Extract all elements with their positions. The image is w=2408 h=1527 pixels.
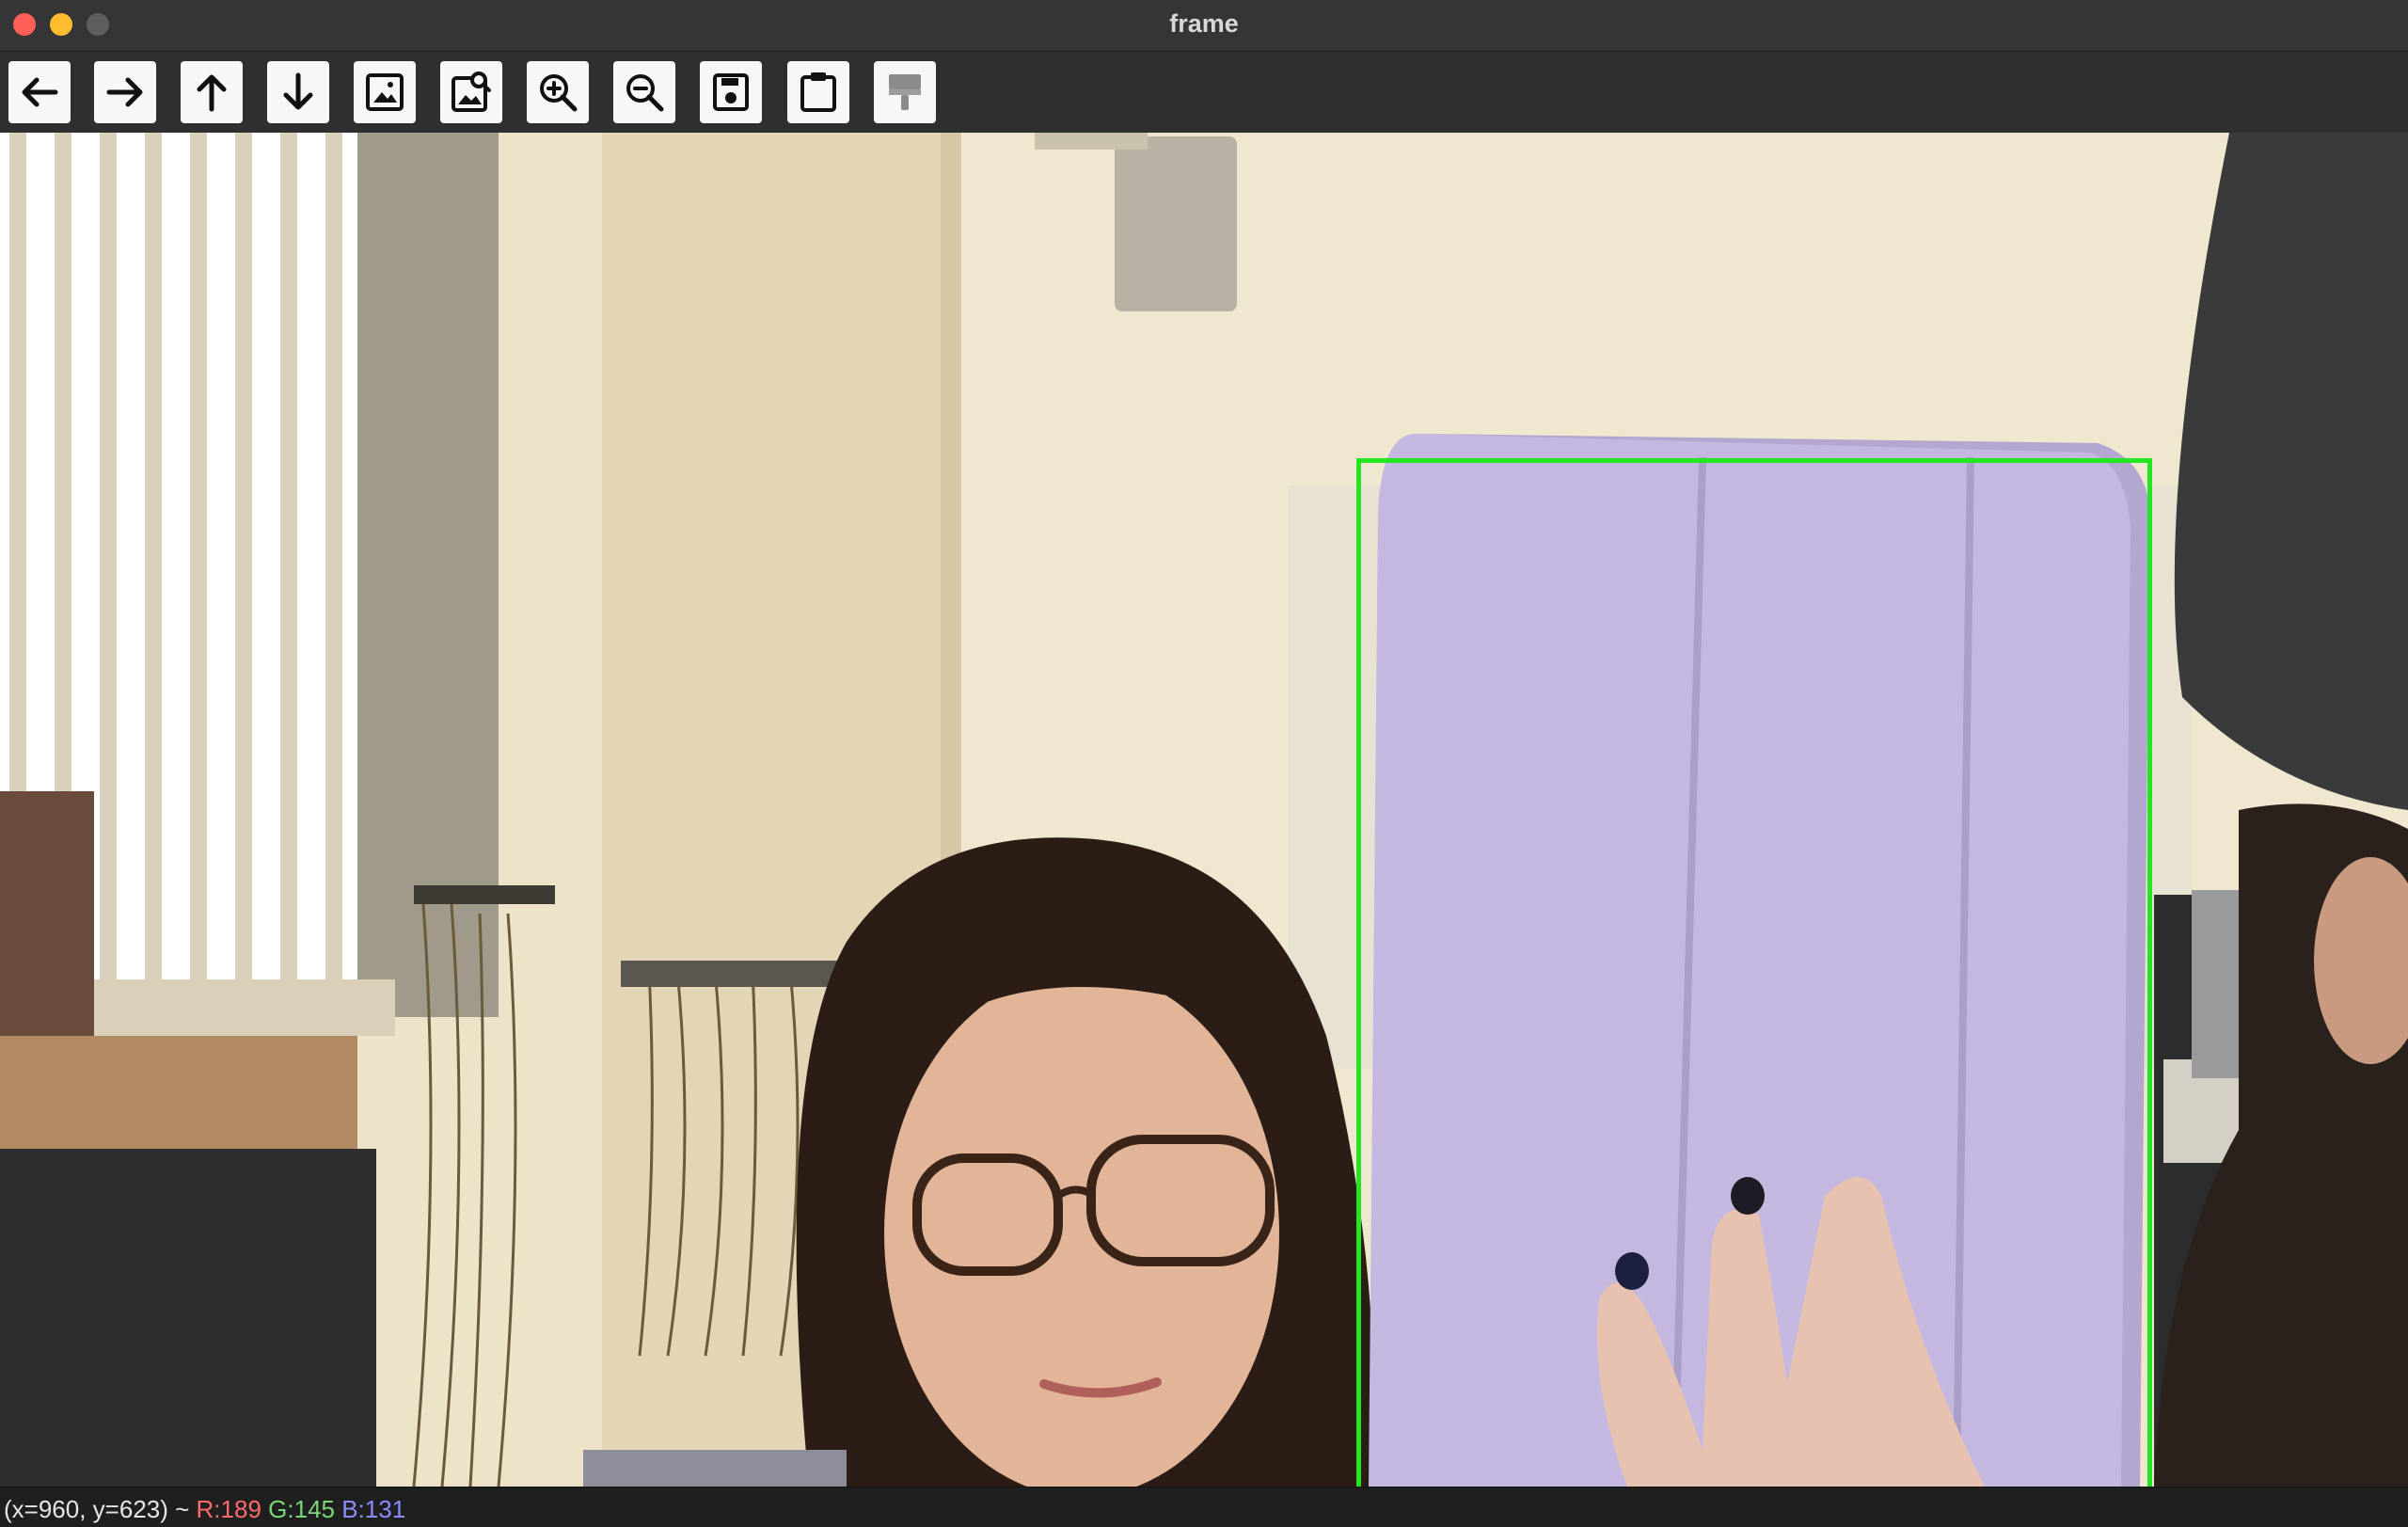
pixel-info-readout: (x=960, y=623) ~ R:189 G:145 B:131	[4, 1495, 405, 1524]
pan-up-button[interactable]	[181, 61, 243, 123]
clipboard-icon	[800, 72, 836, 112]
fit-image-button[interactable]	[440, 61, 502, 123]
pan-left-button[interactable]	[8, 61, 71, 123]
arrow-up-icon	[197, 74, 227, 112]
pan-down-button[interactable]	[267, 61, 329, 123]
properties-brush-icon	[889, 74, 921, 110]
status-bar: (x=960, y=623) ~ R:189 G:145 B:131	[0, 1487, 2408, 1527]
original-size-button[interactable]	[354, 61, 416, 123]
red-value: R:189	[196, 1495, 261, 1523]
window-title: frame	[1169, 9, 1239, 38]
image-search-icon	[452, 72, 491, 112]
cursor-coordinates: (x=960, y=623) ~	[4, 1495, 197, 1523]
green-value: G:145	[268, 1495, 335, 1523]
zoom-in-button[interactable]	[527, 61, 589, 123]
arrow-right-icon	[106, 77, 143, 107]
copy-clipboard-button[interactable]	[787, 61, 849, 123]
save-icon	[713, 73, 749, 111]
toolbar	[0, 52, 2408, 133]
pan-right-button[interactable]	[94, 61, 156, 123]
zoom-in-icon	[540, 74, 578, 112]
zoom-out-icon	[626, 74, 664, 112]
arrow-left-icon	[22, 77, 58, 107]
detection-bounding-box	[1356, 458, 2152, 1487]
save-button[interactable]	[700, 61, 762, 123]
zoom-out-button[interactable]	[613, 61, 675, 123]
properties-button[interactable]	[874, 61, 936, 123]
title-bar: frame	[0, 0, 2408, 52]
image-canvas[interactable]	[0, 133, 2408, 1487]
arrow-down-icon	[283, 72, 313, 110]
app-window: frame (x=960, y=623) ~ R:189 G:145 B:131	[0, 0, 2408, 1527]
image-icon	[366, 73, 404, 111]
blue-value: B:131	[341, 1495, 406, 1523]
